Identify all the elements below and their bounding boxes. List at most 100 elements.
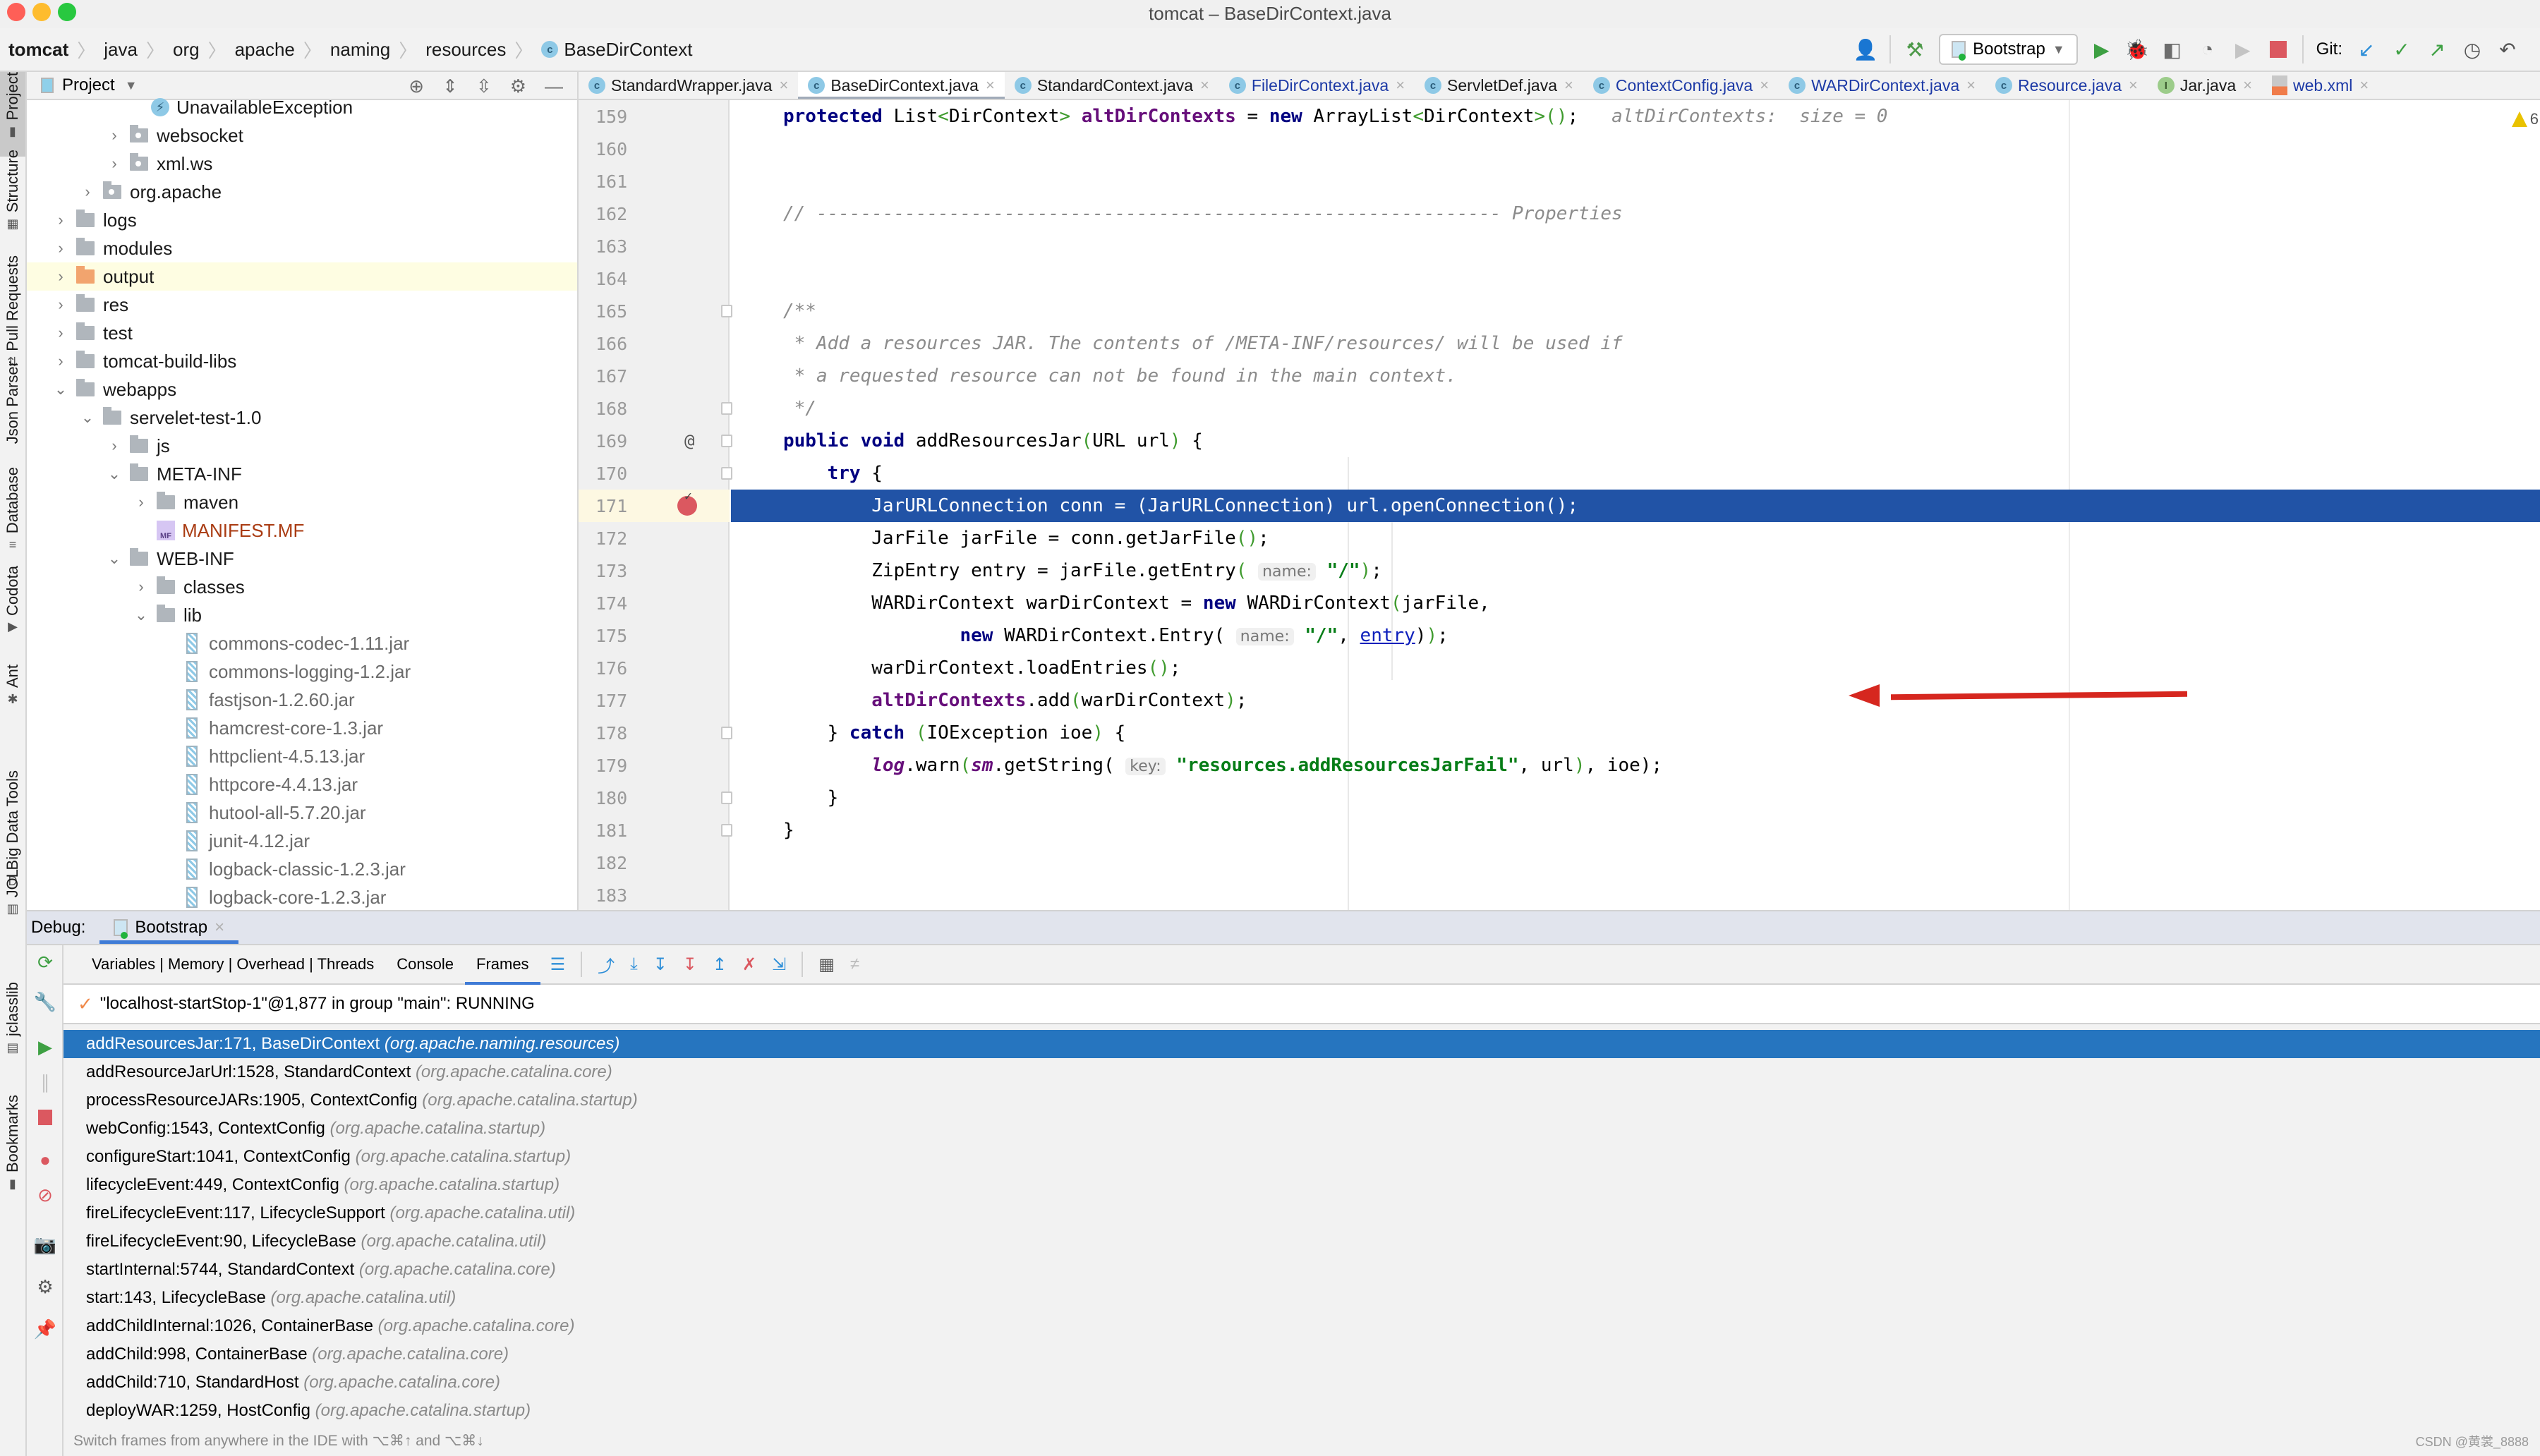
stack-frame[interactable]: lifecycleEvent:449, ContextConfig (org.a…: [64, 1171, 2540, 1199]
chevron-down-icon[interactable]: ▼: [125, 78, 138, 93]
fold-marker-icon[interactable]: [721, 467, 732, 480]
code-line[interactable]: 165 /**: [579, 295, 2540, 327]
close-icon[interactable]: ×: [1760, 76, 1769, 95]
chevron-right-icon[interactable]: ›: [51, 296, 71, 314]
chevron-down-icon[interactable]: ⌄: [51, 380, 71, 399]
stack-frame[interactable]: deployWAR:1259, HostConfig (org.apache.c…: [64, 1397, 2540, 1425]
close-icon[interactable]: ×: [2243, 76, 2252, 95]
pause-icon[interactable]: ∥: [35, 1072, 55, 1093]
trace-stream-icon[interactable]: ≠: [850, 954, 859, 974]
tree-item[interactable]: › modules: [27, 234, 577, 262]
stack-frame[interactable]: addChild:710, StandardHost (org.apache.c…: [64, 1369, 2540, 1397]
breadcrumb-item[interactable]: apache: [235, 39, 295, 61]
tool-window-structure[interactable]: Structure ▦: [0, 150, 25, 241]
chevron-right-icon[interactable]: ›: [131, 578, 151, 596]
close-icon[interactable]: ×: [779, 76, 788, 95]
tree-item[interactable]: › maven: [27, 488, 577, 516]
fold-marker-icon[interactable]: [721, 791, 732, 804]
code-line[interactable]: 181}: [579, 814, 2540, 847]
stack-frame[interactable]: startInternal:5744, StandardContext (org…: [64, 1256, 2540, 1284]
debug-session-tab[interactable]: Bootstrap ×: [99, 911, 238, 944]
run-with-coverage-icon[interactable]: ◧: [2161, 38, 2184, 61]
git-update-icon[interactable]: ↙: [2355, 38, 2378, 61]
tree-item[interactable]: commons-logging-1.2.jar: [27, 657, 577, 686]
tree-item[interactable]: junit-4.12.jar: [27, 827, 577, 855]
stack-frame[interactable]: configureStart:1041, ContextConfig (org.…: [64, 1143, 2540, 1171]
editor-tab[interactable]: web.xml ×: [2262, 72, 2378, 99]
chevron-down-icon[interactable]: ⌄: [104, 550, 124, 568]
git-history-icon[interactable]: ◷: [2461, 38, 2484, 61]
show-execution-point-icon[interactable]: ⤴: [598, 952, 615, 977]
code-line[interactable]: 182: [579, 847, 2540, 879]
editor-tab[interactable]: c StandardContext.java ×: [1005, 72, 1219, 99]
close-icon[interactable]: ×: [986, 76, 995, 95]
frames-layout-icon[interactable]: ☰: [550, 954, 566, 975]
close-icon[interactable]: ×: [1966, 76, 1976, 95]
stack-frame[interactable]: addResourceJarUrl:1528, StandardContext …: [64, 1058, 2540, 1086]
pin-icon[interactable]: 📌: [34, 1318, 56, 1340]
chevron-right-icon[interactable]: ›: [51, 324, 71, 342]
tree-item[interactable]: › xml.ws: [27, 150, 577, 178]
breadcrumb-item[interactable]: org: [173, 39, 200, 61]
code-line[interactable]: 177 altDirContexts.add(warDirContext);: [579, 684, 2540, 717]
stack-frame[interactable]: processResourceJARs:1905, ContextConfig …: [64, 1086, 2540, 1115]
tool-window-jclasslib[interactable]: jclasslib ▤: [0, 982, 25, 1088]
editor-tab[interactable]: c BaseDirContext.java ×: [798, 72, 1005, 99]
build-hammer-icon[interactable]: ⚒: [1904, 38, 1926, 61]
code-line[interactable]: 161: [579, 165, 2540, 198]
code-line[interactable]: 160: [579, 133, 2540, 165]
close-icon[interactable]: ×: [214, 918, 224, 938]
user-icon[interactable]: 👤: [1853, 38, 1878, 61]
tree-item[interactable]: commons-codec-1.11.jar: [27, 629, 577, 657]
stack-frame[interactable]: addChild:998, ContainerBase (org.apache.…: [64, 1340, 2540, 1369]
breadcrumb-item[interactable]: BaseDirContext: [564, 39, 692, 61]
tool-window-codota[interactable]: Codota ▶: [0, 566, 25, 650]
code-line[interactable]: 162 // ----------------------------------…: [579, 198, 2540, 230]
stop-icon[interactable]: [35, 1108, 55, 1127]
gear-icon[interactable]: ⚙: [35, 1276, 55, 1297]
chevron-down-icon[interactable]: ⌄: [131, 606, 151, 624]
tree-item[interactable]: ⌄ META-INF: [27, 460, 577, 488]
code-line[interactable]: 163: [579, 230, 2540, 262]
chevron-right-icon[interactable]: ›: [104, 126, 124, 145]
stack-frame[interactable]: addChildInternal:1026, ContainerBase (or…: [64, 1312, 2540, 1340]
tree-item[interactable]: › output: [27, 262, 577, 291]
git-rollback-icon[interactable]: ↶: [2496, 38, 2519, 61]
tree-item[interactable]: ⌄ servelet-test-1.0: [27, 404, 577, 432]
force-step-into-icon[interactable]: ↧: [683, 954, 697, 975]
tree-item[interactable]: › tomcat-build-libs: [27, 347, 577, 375]
step-into-icon[interactable]: ↧: [653, 954, 667, 975]
close-icon[interactable]: ×: [1200, 76, 1209, 95]
code-line[interactable]: 167 * a requested resource can not be fo…: [579, 360, 2540, 392]
tree-item[interactable]: logback-core-1.2.3.jar: [27, 883, 577, 911]
tree-item[interactable]: ⌄ webapps: [27, 375, 577, 404]
tree-item[interactable]: › test: [27, 319, 577, 347]
tree-item[interactable]: › classes: [27, 573, 577, 601]
modify-run-config-icon[interactable]: 🔧: [34, 991, 56, 1012]
tool-window-project[interactable]: Project ▮: [0, 72, 25, 157]
close-icon[interactable]: ×: [2359, 76, 2369, 95]
editor-tab[interactable]: c WARDirContext.java ×: [1779, 72, 1985, 99]
editor-tab[interactable]: c ContextConfig.java ×: [1583, 72, 1779, 99]
chevron-down-icon[interactable]: ⌄: [78, 408, 97, 427]
chevron-right-icon[interactable]: ›: [104, 154, 124, 173]
git-push-icon[interactable]: ↗: [2426, 38, 2448, 61]
resume-program-icon[interactable]: ▶: [35, 1036, 55, 1057]
code-line[interactable]: 180 }: [579, 782, 2540, 814]
breadcrumb-item[interactable]: java: [104, 39, 138, 61]
code-line[interactable]: 178 } catch (IOException ioe) {: [579, 717, 2540, 749]
tree-item[interactable]: httpclient-4.5.13.jar: [27, 742, 577, 770]
tool-window-pull-requests[interactable]: Pull Requests ⇅: [0, 255, 25, 369]
evaluate-expression-icon[interactable]: ▦: [818, 954, 835, 975]
stack-frame[interactable]: addResourcesJar:171, BaseDirContext (org…: [64, 1030, 2540, 1058]
chevron-right-icon[interactable]: ›: [104, 437, 124, 455]
code-line[interactable]: 175 new WARDirContext.Entry( name: "/", …: [579, 619, 2540, 652]
code-line[interactable]: 169 @ public void addResourcesJar(URL url)…: [579, 425, 2540, 457]
chevron-right-icon[interactable]: ›: [51, 211, 71, 229]
tree-item[interactable]: logback-classic-1.2.3.jar: [27, 855, 577, 883]
tree-item[interactable]: httpcore-4.4.13.jar: [27, 770, 577, 799]
code-line[interactable]: 164: [579, 262, 2540, 295]
tree-item[interactable]: ⌄ WEB-INF: [27, 545, 577, 573]
editor-tab[interactable]: c StandardWrapper.java ×: [579, 72, 798, 99]
debug-icon[interactable]: 🐞: [2124, 38, 2149, 61]
